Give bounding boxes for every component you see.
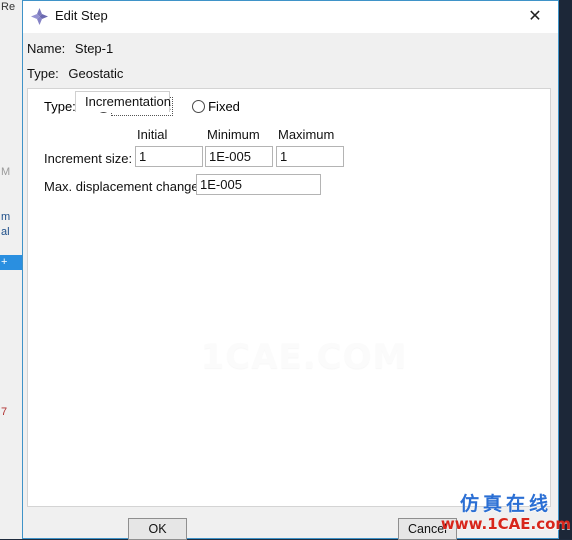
max-displacement-change-input[interactable]	[196, 174, 321, 195]
step-type-label: Type:	[27, 66, 59, 81]
max-displacement-change-label: Max. displacement change:	[44, 179, 203, 194]
increment-type-label: Type:	[44, 99, 76, 114]
increment-size-maximum-input[interactable]	[276, 146, 344, 167]
radio-fixed-indicator[interactable]	[192, 100, 206, 113]
incrementation-tab-panel: Type: Automatic Fixed Initial Minimum Ma…	[27, 88, 551, 507]
background-tree-row[interactable]	[0, 75, 22, 90]
center-watermark: 1CAE.COM	[200, 337, 408, 377]
edit-step-dialog: Edit Step ✕ Name: Step-1 Type: Geostatic…	[22, 0, 559, 540]
background-tree-row[interactable]	[0, 270, 22, 285]
cancel-button[interactable]: Cancel	[398, 518, 457, 540]
background-tree-row[interactable]	[0, 135, 22, 150]
radio-fixed-label[interactable]: Fixed	[208, 99, 240, 114]
column-header-minimum: Minimum	[207, 127, 260, 142]
close-icon[interactable]: ✕	[512, 1, 558, 32]
increment-size-initial-input[interactable]	[135, 146, 203, 167]
background-tree-row[interactable]	[0, 15, 22, 30]
step-name-label: Name:	[27, 41, 66, 56]
column-header-initial: Initial	[137, 127, 168, 142]
background-tree-row[interactable]	[0, 315, 22, 330]
background-tree-row[interactable]: M	[0, 165, 22, 180]
step-metadata: Name: Step-1 Type: Geostatic	[23, 33, 558, 81]
background-tree-row[interactable]	[0, 480, 22, 495]
background-tree-row[interactable]	[0, 510, 22, 525]
background-tree-row[interactable]	[0, 285, 22, 300]
background-tree-row[interactable]	[0, 375, 22, 390]
background-tree-row[interactable]: 7	[0, 405, 22, 420]
background-tree-row[interactable]	[0, 195, 22, 210]
step-name-row: Name: Step-1	[27, 41, 558, 56]
background-tree-row[interactable]	[0, 240, 22, 255]
background-tree-row[interactable]: al	[0, 225, 22, 240]
background-tree-row[interactable]	[0, 45, 22, 60]
background-right-panel	[557, 0, 572, 539]
background-tree-row[interactable]	[0, 60, 22, 75]
step-type-row: Type: Geostatic	[27, 66, 558, 81]
background-tree-row[interactable]: m	[0, 210, 22, 225]
radio-fixed[interactable]: Fixed	[192, 99, 240, 114]
background-tree-row[interactable]	[0, 90, 22, 105]
background-tree-row[interactable]	[0, 450, 22, 465]
abaqus-diamond-icon	[30, 7, 49, 26]
background-model-tree[interactable]: Re Mm al +7	[0, 0, 23, 539]
background-tree-row[interactable]: +	[0, 255, 22, 270]
background-tree-row[interactable]	[0, 120, 22, 135]
background-tree-row[interactable]	[0, 150, 22, 165]
increment-size-label: Increment size:	[44, 151, 133, 166]
tab-incrementation[interactable]: Incrementation	[75, 91, 171, 112]
background-tree-row[interactable]: Re	[0, 0, 22, 15]
background-tree-row[interactable]	[0, 420, 22, 435]
background-tree-row[interactable]	[0, 105, 22, 120]
background-tree-row[interactable]	[0, 495, 22, 510]
step-name-value: Step-1	[74, 41, 114, 56]
background-tree-row[interactable]	[0, 180, 22, 195]
background-tree-row[interactable]	[0, 360, 22, 375]
dialog-title: Edit Step	[55, 8, 108, 23]
background-tree-row[interactable]	[0, 525, 22, 539]
background-tree-row[interactable]	[0, 390, 22, 405]
background-tree-row[interactable]	[0, 465, 22, 480]
column-header-maximum: Maximum	[278, 127, 335, 142]
dialog-button-bar: OK Cancel	[23, 513, 558, 540]
background-tree-row[interactable]	[0, 345, 22, 360]
background-tree-row[interactable]	[0, 435, 22, 450]
ok-button[interactable]: OK	[128, 518, 187, 540]
background-tree-row[interactable]	[0, 330, 22, 345]
dialog-titlebar: Edit Step ✕	[23, 1, 558, 33]
increment-size-minimum-input[interactable]	[205, 146, 273, 167]
step-type-value: Geostatic	[68, 66, 124, 81]
background-tree-row[interactable]	[0, 300, 22, 315]
background-tree-row[interactable]	[0, 30, 22, 45]
